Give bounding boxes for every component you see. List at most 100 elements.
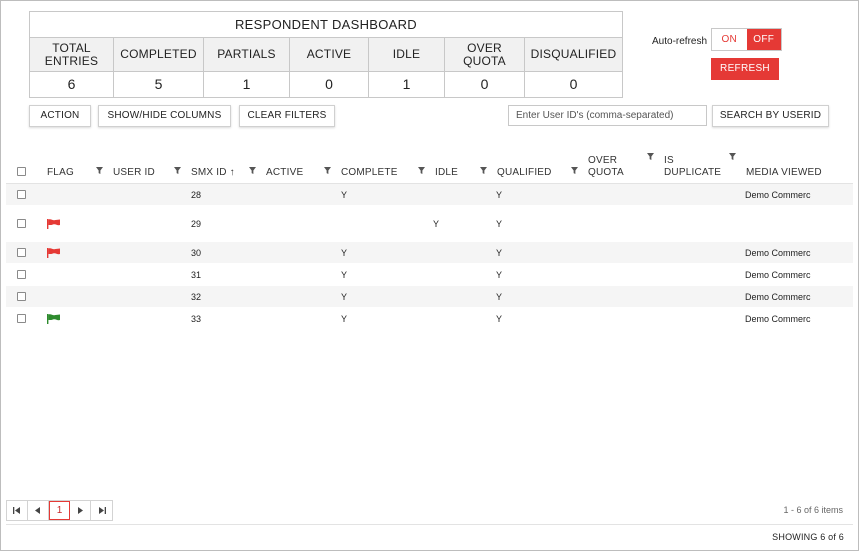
- smxid-cell: 29: [191, 218, 202, 229]
- row-select-cell: [17, 206, 26, 241]
- row-select-cell: [17, 264, 26, 285]
- auto-refresh-on[interactable]: ON: [712, 29, 747, 50]
- column-user-id[interactable]: USER ID: [113, 150, 155, 184]
- pager-items-count: 1 - 6 of 6 items: [783, 505, 843, 515]
- column-flag[interactable]: FLAG: [47, 150, 74, 184]
- media-cell: Demo Commerc: [745, 269, 811, 280]
- column-active[interactable]: ACTIVE: [266, 150, 303, 184]
- page-number-button[interactable]: 1: [49, 501, 70, 520]
- userid-search-input[interactable]: [508, 105, 707, 126]
- smxid-cell: 28: [191, 189, 202, 200]
- column-is-duplicate[interactable]: IS DUPLICATE: [664, 150, 721, 184]
- complete-filter-icon[interactable]: [418, 167, 425, 174]
- flag-cell[interactable]: [47, 242, 60, 263]
- duplicate-filter-icon[interactable]: [729, 153, 736, 160]
- table-row[interactable]: 32 Y Y Demo Commerc: [6, 286, 853, 308]
- qualified-cell: Y: [496, 291, 503, 302]
- table-row[interactable]: 31 Y Y Demo Commerc: [6, 264, 853, 286]
- idle-filter-icon[interactable]: [480, 167, 487, 174]
- over-quota-line1: OVER: [588, 155, 618, 166]
- footer-divider: [6, 524, 853, 525]
- flag-filter-icon[interactable]: [96, 167, 103, 174]
- next-page-icon[interactable]: [70, 501, 91, 520]
- row-checkbox[interactable]: [17, 219, 26, 228]
- value-idle: 1: [369, 72, 445, 97]
- media-cell: Demo Commerc: [745, 291, 811, 302]
- overquota-filter-icon[interactable]: [647, 153, 654, 160]
- column-idle[interactable]: IDLE: [435, 150, 458, 184]
- row-checkbox[interactable]: [17, 190, 26, 199]
- refresh-button[interactable]: REFRESH: [711, 58, 779, 80]
- action-button[interactable]: ACTION: [29, 105, 91, 127]
- header-active: ACTIVE: [290, 38, 369, 71]
- complete-cell: Y: [341, 313, 348, 324]
- qualified-filter-icon[interactable]: [571, 167, 578, 174]
- dashboard-header-row: TOTAL ENTRIES COMPLETED PARTIALS ACTIVE …: [30, 38, 622, 72]
- active-filter-icon[interactable]: [324, 167, 331, 174]
- row-checkbox[interactable]: [17, 270, 26, 279]
- header-disqualified: DISQUALIFIED: [525, 38, 622, 71]
- auto-refresh-toggle[interactable]: ON OFF: [711, 28, 782, 51]
- column-complete[interactable]: COMPLETE: [341, 150, 398, 184]
- header-total-entries: TOTAL ENTRIES: [30, 38, 114, 71]
- row-select-cell: [17, 286, 26, 307]
- flag-cell[interactable]: [47, 308, 60, 329]
- red-flag-icon[interactable]: [47, 218, 60, 229]
- row-select-cell: [17, 184, 26, 205]
- column-qualified[interactable]: QUALIFIED: [497, 150, 552, 184]
- complete-cell: Y: [341, 291, 348, 302]
- auto-refresh-off[interactable]: OFF: [746, 29, 781, 50]
- value-over-quota: 0: [445, 72, 525, 97]
- complete-cell: Y: [341, 247, 348, 258]
- header-over-quota: OVER QUOTA: [445, 38, 525, 71]
- userid-filter-icon[interactable]: [174, 167, 181, 174]
- search-by-userid-button[interactable]: SEARCH BY USERID: [712, 105, 829, 127]
- value-total-entries: 6: [30, 72, 114, 97]
- select-all-checkbox[interactable]: [17, 167, 26, 176]
- show-hide-columns-button[interactable]: SHOW/HIDE COLUMNS: [98, 105, 231, 127]
- respondent-grid: FLAG USER ID SMX ID ↑ ACTIVE COMPLETE ID…: [6, 150, 853, 330]
- dashboard-title: RESPONDENT DASHBOARD: [30, 12, 622, 38]
- smxid-cell: 32: [191, 291, 202, 302]
- row-checkbox[interactable]: [17, 292, 26, 301]
- clear-filters-button[interactable]: CLEAR FILTERS: [239, 105, 335, 127]
- respondent-dashboard: RESPONDENT DASHBOARD TOTAL ENTRIES COMPL…: [29, 11, 623, 98]
- row-checkbox[interactable]: [17, 314, 26, 323]
- is-duplicate-line2: DUPLICATE: [664, 167, 722, 178]
- red-flag-icon[interactable]: [47, 247, 60, 258]
- green-flag-icon[interactable]: [47, 313, 60, 324]
- value-partials: 1: [204, 72, 290, 97]
- row-checkbox[interactable]: [17, 248, 26, 257]
- smxid-filter-icon[interactable]: [249, 167, 256, 174]
- qualified-cell: Y: [496, 218, 503, 229]
- showing-count: SHOWING 6 of 6: [772, 532, 844, 542]
- pager: 1: [6, 500, 113, 521]
- over-quota-line2: QUOTA: [588, 167, 624, 178]
- prev-page-icon[interactable]: [28, 501, 49, 520]
- is-duplicate-line1: IS: [664, 155, 674, 166]
- complete-cell: Y: [341, 189, 348, 200]
- header-completed: COMPLETED: [114, 38, 204, 71]
- header-idle: IDLE: [369, 38, 445, 71]
- column-smx-id[interactable]: SMX ID ↑: [191, 150, 235, 184]
- select-all-cell: [17, 150, 26, 184]
- qualified-cell: Y: [496, 247, 503, 258]
- column-over-quota[interactable]: OVER QUOTA: [588, 150, 624, 184]
- auto-refresh-label: Auto-refresh: [652, 36, 708, 47]
- idle-cell: Y: [433, 218, 440, 229]
- table-row[interactable]: 28 Y Y Demo Commerc: [6, 184, 853, 206]
- flag-cell[interactable]: [47, 206, 60, 241]
- qualified-cell: Y: [496, 189, 503, 200]
- dashboard-values-row: 6 5 1 0 1 0 0: [30, 72, 622, 97]
- first-page-icon[interactable]: [7, 501, 28, 520]
- last-page-icon[interactable]: [91, 501, 112, 520]
- row-select-cell: [17, 242, 26, 263]
- smxid-cell: 33: [191, 313, 202, 324]
- column-media-viewed[interactable]: MEDIA VIEWED: [746, 150, 822, 184]
- table-row[interactable]: 29 Y Y: [6, 206, 853, 242]
- grid-body: 28 Y Y Demo Commerc 29 Y Y 30 Y Y Demo Commerc 31 Y Y…: [6, 184, 853, 330]
- qualified-cell: Y: [496, 269, 503, 280]
- value-disqualified: 0: [569, 76, 578, 92]
- table-row[interactable]: 33 Y Y Demo Commerc: [6, 308, 853, 330]
- table-row[interactable]: 30 Y Y Demo Commerc: [6, 242, 853, 264]
